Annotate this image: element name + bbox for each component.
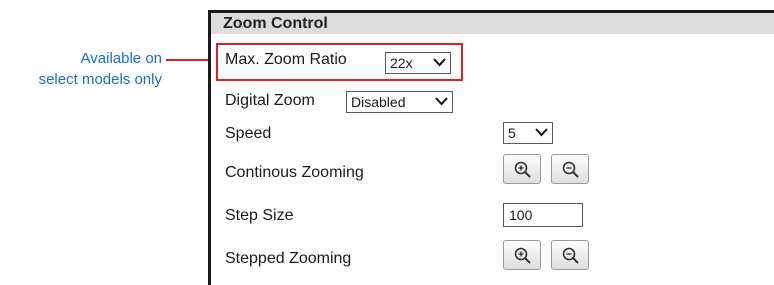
callout-line-2: select models only — [38, 71, 162, 88]
max-zoom-select[interactable]: 22x — [385, 52, 451, 74]
chevron-down-icon — [535, 128, 548, 137]
zoom-in-icon — [514, 161, 531, 178]
max-zoom-value: 22x — [390, 55, 413, 71]
step-size-input[interactable]: 100 — [503, 203, 583, 227]
zoom-control-panel: Zoom Control Max. Zoom Ratio 22x Digital… — [208, 10, 774, 285]
step-size-value: 100 — [509, 207, 533, 223]
continuous-zoom-out-button[interactable] — [551, 154, 589, 184]
step-size-label: Step Size — [225, 207, 294, 224]
stepped-zoom-out-button[interactable] — [551, 240, 589, 270]
speed-label: Speed — [225, 125, 272, 142]
digital-zoom-value: Disabled — [351, 94, 406, 110]
continuous-zooming-label: Continous Zooming — [225, 164, 364, 181]
speed-value: 5 — [508, 125, 516, 141]
chevron-down-icon — [433, 58, 446, 67]
stepped-zooming-label: Stepped Zooming — [225, 250, 352, 267]
zoom-out-icon — [562, 247, 579, 264]
zoom-in-icon — [514, 247, 531, 264]
callout-note: Available on select models only — [0, 48, 162, 90]
digital-zoom-select[interactable]: Disabled — [346, 91, 453, 113]
chevron-down-icon — [435, 97, 448, 106]
zoom-out-icon — [562, 161, 579, 178]
continuous-zoom-in-button[interactable] — [503, 154, 541, 184]
digital-zoom-label: Digital Zoom — [225, 92, 315, 109]
max-zoom-label: Max. Zoom Ratio — [225, 51, 347, 68]
panel-title: Zoom Control — [211, 13, 774, 34]
stepped-zoom-in-button[interactable] — [503, 240, 541, 270]
callout-line-1: Available on — [80, 50, 162, 67]
speed-select[interactable]: 5 — [503, 122, 553, 144]
